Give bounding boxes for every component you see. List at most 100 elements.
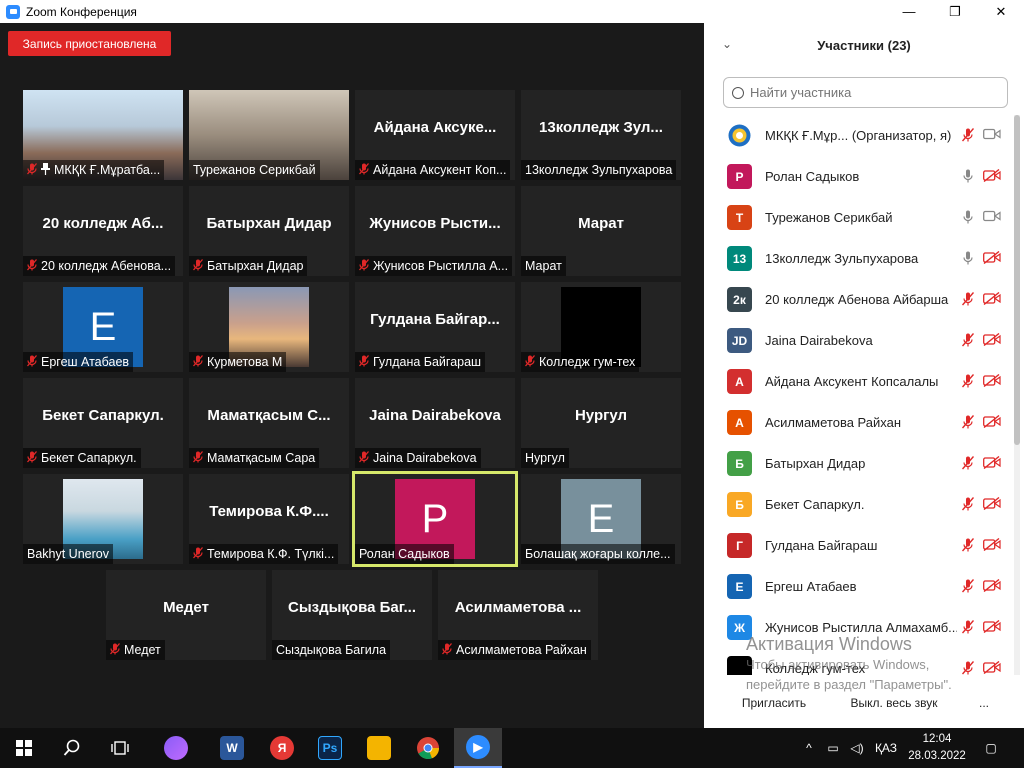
participant-name: Ергеш Атабаев: [765, 579, 857, 594]
tile-display-name: Асилмаметова ...: [454, 598, 582, 616]
minimize-button[interactable]: —: [886, 0, 932, 23]
video-tile[interactable]: E Ергеш Атабаев: [23, 282, 183, 372]
participant-name: Bakhyt Unerov: [27, 547, 109, 561]
participant-row[interactable]: Е Ергеш Атабаев: [704, 566, 1014, 607]
video-tile[interactable]: Медет Медет: [106, 570, 266, 660]
video-tile[interactable]: Батырхан Дидар Батырхан Дидар: [189, 186, 349, 276]
tile-display-name: 20 колледж Аб...: [42, 214, 164, 232]
video-tile[interactable]: Турежанов Серикбай: [189, 90, 349, 180]
video-tile[interactable]: Jaina Dairabekova Jaina Dairabekova: [355, 378, 515, 468]
video-tile[interactable]: Жунисов Рысти... Жунисов Рыстилла А...: [355, 186, 515, 276]
video-tile[interactable]: МКҚК Ғ.Мұратба...: [23, 90, 183, 180]
mic-muted-icon: [961, 415, 975, 430]
watermark-title: Активация Windows: [746, 634, 912, 654]
video-tile[interactable]: Курметова М: [189, 282, 349, 372]
participant-list: МКҚК Ғ.Мұр... (Организатор, я) P Ролан Сад…: [704, 115, 1014, 675]
app-icon[interactable]: [355, 728, 403, 768]
notifications-icon[interactable]: ▢: [980, 728, 1002, 768]
participant-row[interactable]: T Турежанов Серикбай: [704, 197, 1014, 238]
maximize-button[interactable]: ❐: [932, 0, 978, 23]
alice-assistant-icon[interactable]: [152, 728, 200, 768]
tile-name-label: Асилмаметова Райхан: [438, 640, 591, 660]
mic-muted-icon: [961, 128, 975, 143]
participant-name: Ролан Садыков: [765, 169, 860, 184]
mic-muted-icon: [110, 642, 120, 658]
video-tile[interactable]: Гулдана Байгар... Гулдана Байгараш: [355, 282, 515, 372]
yandex-browser-icon[interactable]: Я: [258, 728, 306, 768]
video-tile[interactable]: Сыздықова Баг... Сыздықова Багила: [272, 570, 432, 660]
participant-row[interactable]: А Асилмаметова Райхан: [704, 402, 1014, 443]
participant-row[interactable]: Б Бекет Сапаркул.: [704, 484, 1014, 525]
input-language[interactable]: ҚАЗ: [872, 728, 900, 768]
mic-muted-icon: [442, 642, 452, 658]
camera-off-icon: [983, 373, 1001, 389]
participant-row[interactable]: 2к 20 колледж Абенова Айбарша: [704, 279, 1014, 320]
avatar: T: [727, 205, 752, 230]
word-icon[interactable]: W: [208, 728, 256, 768]
mic-icon: [961, 169, 975, 184]
participant-row[interactable]: Б Батырхан Дидар: [704, 443, 1014, 484]
video-tile[interactable]: Асилмаметова ... Асилмаметова Райхан: [438, 570, 598, 660]
video-tile[interactable]: 20 колледж Аб... 20 колледж Абенова...: [23, 186, 183, 276]
participant-name: Ролан Садыков: [359, 547, 450, 561]
mic-muted-icon: [525, 354, 535, 370]
chevron-up-icon[interactable]: ^: [798, 728, 820, 768]
mic-muted-icon: [961, 497, 975, 512]
video-tile[interactable]: Айдана Аксуке... Айдана Аксукент Коп...: [355, 90, 515, 180]
video-tile[interactable]: Нургул Нургул: [521, 378, 681, 468]
mic-muted-icon: [27, 450, 37, 466]
search-icon[interactable]: [48, 728, 96, 768]
participant-list-scrollbar[interactable]: [1014, 115, 1020, 675]
participant-name: Ергеш Атабаев: [41, 355, 130, 369]
mic-muted-icon: [359, 450, 369, 466]
mute-all-button[interactable]: Выкл. весь звук: [842, 690, 946, 716]
recording-paused-badge[interactable]: Запись приостановлена: [8, 31, 171, 56]
participant-row[interactable]: А Айдана Аксукент Копсалалы: [704, 361, 1014, 402]
camera-off-icon: [983, 332, 1001, 348]
network-icon[interactable]: ▭: [822, 728, 844, 768]
participant-name: Нургул: [525, 451, 565, 465]
participant-search[interactable]: [723, 77, 1008, 108]
camera-icon: [983, 210, 1001, 225]
mic-muted-icon: [961, 538, 975, 553]
chrome-icon[interactable]: [404, 728, 452, 768]
participant-row[interactable]: Г Гулдана Байгараш: [704, 525, 1014, 566]
clock[interactable]: 12:04 28.03.2022: [902, 731, 972, 765]
video-tile[interactable]: Бекет Сапаркул. Бекет Сапаркул.: [23, 378, 183, 468]
tile-name-label: Жунисов Рыстилла А...: [355, 256, 513, 276]
video-tile[interactable]: E Болашақ жоғары колле...: [521, 474, 681, 564]
video-tile[interactable]: Маматқасым С... Маматқасым Сара: [189, 378, 349, 468]
mic-muted-icon: [961, 374, 975, 389]
zoom-taskbar-icon[interactable]: ▶: [454, 728, 502, 768]
video-tile[interactable]: 13колледж Зул... 13колледж Зульпухарова: [521, 90, 681, 180]
participant-row[interactable]: JD Jaina Dairabekova: [704, 320, 1014, 361]
clock-time: 12:04: [922, 733, 952, 745]
tile-display-name: Бекет Сапаркул.: [42, 406, 164, 424]
photoshop-icon[interactable]: Ps: [306, 728, 354, 768]
windows-logo-icon: [16, 740, 32, 756]
video-tile[interactable]: P Ролан Садыков: [352, 471, 518, 567]
participant-name: Колледж гум-тех: [539, 355, 636, 369]
camera-off-icon: [983, 537, 1001, 553]
video-tile[interactable]: Марат Марат: [521, 186, 681, 276]
mic-muted-icon: [359, 162, 369, 178]
mic-muted-icon: [961, 333, 975, 348]
task-view-icon[interactable]: [96, 728, 144, 768]
start-button[interactable]: [0, 728, 48, 768]
search-input[interactable]: [750, 85, 990, 100]
video-tile[interactable]: Bakhyt Unerov: [23, 474, 183, 564]
avatar: [727, 123, 752, 148]
tile-name-label: 20 колледж Абенова...: [23, 256, 176, 276]
participant-row[interactable]: МКҚК Ғ.Мұр... (Организатор, я): [704, 115, 1014, 156]
video-tile[interactable]: Колледж гум-тех: [521, 282, 681, 372]
tile-name-label: 13колледж Зульпухарова: [521, 160, 677, 180]
invite-button[interactable]: Пригласить: [734, 690, 814, 716]
close-button[interactable]: ✕: [978, 0, 1024, 23]
participant-row[interactable]: P Ролан Садыков: [704, 156, 1014, 197]
volume-icon[interactable]: ◁): [846, 728, 868, 768]
scrollbar-thumb[interactable]: [1014, 115, 1020, 445]
participant-name: Гулдана Байгараш: [765, 538, 878, 553]
video-tile[interactable]: Темирова К.Ф.... Темирова К.Ф. Түлкі...: [189, 474, 349, 564]
more-button[interactable]: ...: [972, 690, 996, 716]
participant-row[interactable]: 13 13колледж Зульпухарова: [704, 238, 1014, 279]
